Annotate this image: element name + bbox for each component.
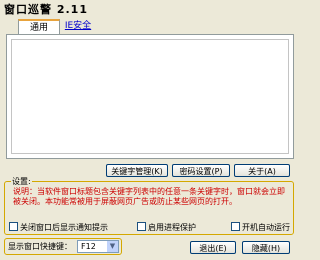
settings-group-label: 设置: bbox=[11, 176, 32, 187]
window-title: 窗口巡警 2.11 bbox=[4, 3, 88, 16]
about-button[interactable]: 关于(A) bbox=[234, 164, 290, 177]
checkbox-icon[interactable] bbox=[137, 222, 146, 231]
checkbox-label: 关闭窗口后显示通知提示 bbox=[20, 223, 108, 232]
tab-content-panel bbox=[6, 34, 294, 159]
checkbox-icon[interactable] bbox=[231, 222, 240, 231]
tab-general[interactable]: 通用 bbox=[18, 19, 60, 35]
hotkey-select[interactable]: F12 ▼ bbox=[77, 240, 119, 253]
hotkey-group: 显示窗口快捷键： F12 ▼ bbox=[4, 238, 122, 255]
keyword-manage-button[interactable]: 关键字管理(K) bbox=[106, 164, 168, 177]
settings-group: 设置: 说明：当软件窗口标题包含关键字列表中的任意一条关键字时，窗口就会立即被关… bbox=[4, 176, 294, 235]
checkbox-icon[interactable] bbox=[9, 222, 18, 231]
show-notification-checkbox[interactable]: 关闭窗口后显示通知提示 bbox=[9, 222, 108, 232]
checkbox-label: 开机自动运行 bbox=[242, 223, 290, 232]
hotkey-label: 显示窗口快捷键： bbox=[8, 242, 72, 251]
checkbox-label: 启用进程保护 bbox=[148, 223, 196, 232]
tab-ie-security[interactable]: IE安全 bbox=[63, 19, 93, 34]
hotkey-value: F12 bbox=[81, 242, 96, 251]
settings-description: 说明：当软件窗口标题包含关键字列表中的任意一条关键字时，窗口就会立即被关闭。本功… bbox=[13, 187, 285, 206]
hide-button[interactable]: 隐藏(H) bbox=[242, 241, 290, 254]
keyword-list[interactable] bbox=[11, 39, 289, 154]
auto-start-checkbox[interactable]: 开机自动运行 bbox=[231, 222, 290, 232]
password-settings-button[interactable]: 密码设置(P) bbox=[172, 164, 230, 177]
process-protection-checkbox[interactable]: 启用进程保护 bbox=[137, 222, 196, 232]
exit-button[interactable]: 退出(E) bbox=[190, 241, 236, 254]
chevron-down-icon[interactable]: ▼ bbox=[107, 241, 118, 252]
